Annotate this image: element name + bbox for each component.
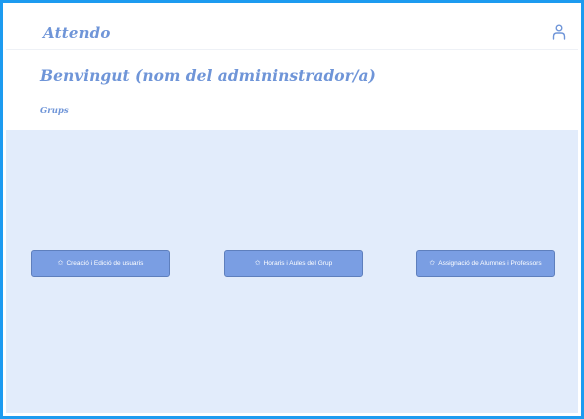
assignment-button-label: Assignació de Alumnes i Professors [438, 260, 542, 267]
star-icon: ✩ [429, 259, 436, 267]
app-frame: Attendo Benvingut (nom del admininstrado… [0, 0, 584, 419]
users-button[interactable]: ✩ Creació i Edició de usuaris [31, 250, 170, 277]
schedules-button[interactable]: ✩ Horaris i Aules del Grup [224, 250, 363, 277]
section-label: Grups [40, 106, 69, 116]
app-logo[interactable]: Attendo [43, 24, 111, 42]
top-bar: Attendo [6, 6, 578, 50]
star-icon: ✩ [57, 259, 64, 267]
schedules-button-label: Horaris i Aules del Grup [263, 260, 333, 267]
assignment-button[interactable]: ✩ Assignació de Alumnes i Professors [416, 250, 555, 277]
users-button-label: Creació i Edició de usuaris [66, 260, 144, 267]
page-title: Benvingut (nom del admininstrador/a) [40, 66, 376, 85]
star-icon: ✩ [254, 259, 261, 267]
main-content: ✩ Creació i Edició de usuaris ✩ Horaris … [6, 130, 578, 413]
user-icon[interactable] [552, 24, 566, 40]
